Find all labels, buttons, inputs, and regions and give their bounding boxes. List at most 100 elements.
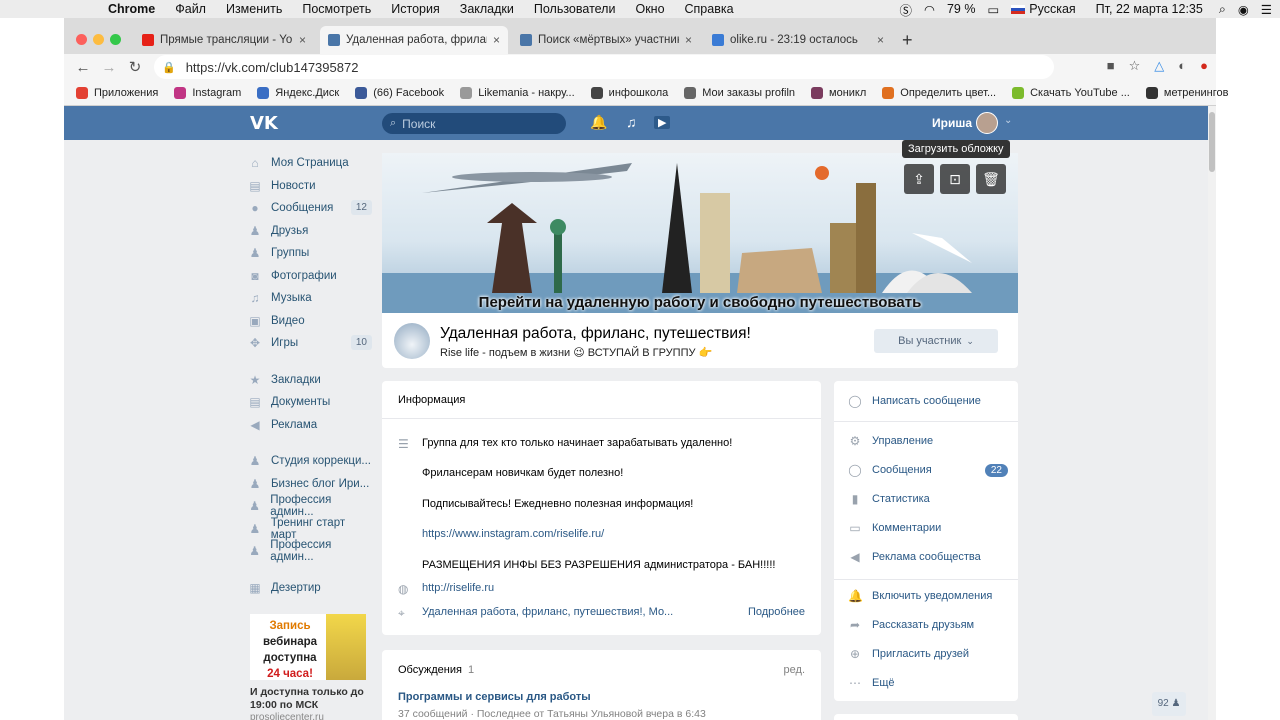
adblock-icon[interactable]: ● bbox=[1200, 58, 1208, 74]
action-item[interactable]: 🔔 Включить уведомления bbox=[848, 589, 1008, 603]
member-button[interactable]: Вы участник ⌄ bbox=[874, 329, 998, 353]
left-menu-item[interactable]: ♟ Профессия админ... bbox=[248, 539, 372, 563]
bookmark-item[interactable]: Likemania - накру... bbox=[460, 86, 575, 99]
place-link[interactable]: Удаленная работа, фриланс, путешествия!,… bbox=[422, 606, 673, 618]
action-item[interactable]: ⊕ Пригласить друзей bbox=[848, 647, 1008, 661]
menu-file[interactable]: Файл bbox=[175, 2, 206, 16]
datetime[interactable]: Пт, 22 марта 12:35 bbox=[1096, 2, 1203, 16]
lock-icon[interactable]: 🔒 bbox=[162, 61, 176, 74]
bookmark-item[interactable]: Instagram bbox=[174, 86, 241, 99]
battery-label[interactable]: 79 % bbox=[947, 2, 976, 16]
menu-list-icon[interactable]: ☰ bbox=[1261, 2, 1272, 17]
star-icon[interactable]: ☆ bbox=[1129, 58, 1141, 74]
bookmark-item[interactable]: инфошкола bbox=[590, 86, 668, 99]
chevron-down-icon[interactable]: ⌄ bbox=[1004, 115, 1012, 126]
left-menu-item[interactable]: ● Сообщения 12 bbox=[248, 197, 372, 220]
action-item[interactable]: ⚙ Управление bbox=[848, 434, 1008, 448]
vk-logo-icon[interactable]: VK bbox=[250, 113, 278, 134]
bookmark-item[interactable]: Яндекс.Диск bbox=[257, 86, 339, 99]
scrollbar-thumb[interactable] bbox=[1209, 112, 1215, 172]
group-avatar[interactable] bbox=[394, 323, 430, 359]
bookmark-item[interactable]: Скачать YouTube ... bbox=[1012, 86, 1130, 99]
left-menu-item[interactable]: ✥ Игры 10 bbox=[248, 332, 372, 355]
action-item[interactable]: ⋯ Ещё bbox=[848, 676, 1008, 690]
left-menu-item[interactable]: ★ Закладки bbox=[248, 369, 372, 392]
close-window-button[interactable] bbox=[76, 34, 87, 45]
music-icon[interactable]: ♫ bbox=[626, 114, 637, 130]
notifications-icon[interactable]: 🔔 bbox=[590, 114, 607, 131]
tab-vk-group[interactable]: Удаленная работа, фриланс, × bbox=[320, 26, 508, 54]
bookmark-item[interactable]: моникл bbox=[811, 86, 866, 99]
wifi-icon[interactable]: ◠ bbox=[924, 2, 935, 17]
close-tab-icon[interactable]: × bbox=[877, 33, 884, 47]
left-menu-item[interactable]: ♟ Друзья bbox=[248, 220, 372, 243]
zoom-window-button[interactable] bbox=[110, 34, 121, 45]
bookmark-item[interactable]: Приложения bbox=[76, 86, 158, 99]
group-status[interactable]: Rise life - подъем в жизни 😉 ВСТУПАЙ В Г… bbox=[440, 346, 712, 359]
more-info-link[interactable]: Подробнее bbox=[748, 606, 805, 618]
new-tab-button[interactable]: + bbox=[902, 30, 913, 51]
action-item[interactable]: ➦ Рассказать друзьям bbox=[848, 618, 1008, 632]
minimize-window-button[interactable] bbox=[93, 34, 104, 45]
left-menu-item[interactable]: ♟ Тренинг старт март bbox=[248, 517, 372, 541]
menu-bookmarks[interactable]: Закладки bbox=[460, 2, 514, 16]
menu-history[interactable]: История bbox=[391, 2, 439, 16]
left-menu-item[interactable]: ♟ Группы bbox=[248, 242, 372, 265]
back-icon[interactable]: ← bbox=[70, 59, 96, 76]
forward-icon[interactable]: → bbox=[96, 59, 122, 76]
menu-view[interactable]: Посмотреть bbox=[302, 2, 371, 16]
site-link[interactable]: http://riselife.ru bbox=[422, 582, 494, 594]
vk-search-input[interactable]: ⌕ Поиск bbox=[382, 113, 566, 134]
tab-olike[interactable]: olike.ru - 23:19 осталось × bbox=[704, 26, 892, 54]
left-menu-item[interactable]: ♟ Профессия админ... bbox=[248, 494, 372, 518]
instagram-link[interactable]: https://www.instagram.com/riselife.ru/ bbox=[422, 528, 604, 540]
user-icon[interactable]: ◉ bbox=[1238, 2, 1249, 17]
discussions-header[interactable]: Обсуждения 1 bbox=[398, 664, 474, 676]
spotlight-icon[interactable]: ⌕ bbox=[1219, 2, 1226, 17]
discussion-topic[interactable]: Программы и сервисы для работы bbox=[398, 691, 591, 703]
close-tab-icon[interactable]: × bbox=[299, 33, 306, 47]
bookmark-item[interactable]: Мои заказы profiln bbox=[684, 86, 795, 99]
bookmark-item[interactable]: Определить цвет... bbox=[882, 86, 996, 99]
tab-youtube[interactable]: Прямые трансляции - You... × bbox=[134, 26, 314, 54]
upload-cover-button[interactable]: ⇪ bbox=[904, 164, 934, 194]
skype-icon[interactable]: Ⓢ bbox=[900, 0, 913, 19]
bookmark-item[interactable]: метренингов bbox=[1145, 86, 1229, 99]
camera-icon[interactable]: ■ bbox=[1107, 58, 1115, 74]
page-scrollbar[interactable] bbox=[1208, 106, 1216, 720]
left-menu-item[interactable]: ▣ Видео bbox=[248, 310, 372, 333]
left-menu-item[interactable]: ◙ Фотографии bbox=[248, 265, 372, 288]
write-message-button[interactable]: ◯ Написать сообщение bbox=[848, 394, 1008, 408]
left-menu-item[interactable]: ⌂ Моя Страница bbox=[248, 152, 372, 175]
promo-caption[interactable]: И доступна только до 19:00 по МСК bbox=[250, 686, 370, 712]
tab-vk-search[interactable]: Поиск «мёртвых» участнико × bbox=[512, 26, 700, 54]
online-counter[interactable]: 92 ♟ bbox=[1152, 692, 1186, 716]
reload-icon[interactable]: ↻ bbox=[122, 58, 148, 76]
drive-icon[interactable]: △ bbox=[1154, 58, 1164, 74]
menu-chrome[interactable]: Chrome bbox=[108, 2, 155, 16]
left-menu-item[interactable]: ▦ Дезертир bbox=[248, 577, 372, 600]
user-name[interactable]: Ириша bbox=[932, 116, 972, 130]
left-menu-item[interactable]: ▤ Документы bbox=[248, 391, 372, 414]
flag-icon[interactable] bbox=[1011, 4, 1026, 14]
delete-cover-button[interactable]: 🗑 bbox=[976, 164, 1006, 194]
promo-banner[interactable]: Запись вебинара доступна 24 часа! bbox=[250, 614, 366, 680]
bookmark-item[interactable]: (66) Facebook bbox=[355, 86, 444, 99]
left-menu-item[interactable]: ♟ Бизнес блог Ири... bbox=[248, 473, 372, 496]
action-item[interactable]: ◀ Реклама сообщества bbox=[848, 550, 1008, 564]
action-item[interactable]: ▮ Статистика bbox=[848, 492, 1008, 506]
left-menu-item[interactable]: ◀ Реклама bbox=[248, 414, 372, 437]
address-bar[interactable]: 🔒 https://vk.com/club147395872 bbox=[154, 55, 1054, 79]
action-item[interactable]: ◯ Сообщения 22 bbox=[848, 463, 1008, 477]
menu-edit[interactable]: Изменить bbox=[226, 2, 282, 16]
menu-window[interactable]: Окно bbox=[635, 2, 664, 16]
left-menu-item[interactable]: ♫ Музыка bbox=[248, 287, 372, 310]
play-icon[interactable]: ▶ bbox=[654, 116, 671, 129]
battery-icon[interactable]: ▭ bbox=[987, 2, 999, 17]
extension-icon[interactable]: ◐ bbox=[1178, 58, 1186, 74]
avatar[interactable] bbox=[976, 112, 998, 134]
menu-users[interactable]: Пользователи bbox=[534, 2, 616, 16]
close-tab-icon[interactable]: × bbox=[685, 33, 692, 47]
close-tab-icon[interactable]: × bbox=[493, 33, 500, 47]
promo-source[interactable]: prosoliecenter.ru bbox=[250, 712, 370, 720]
